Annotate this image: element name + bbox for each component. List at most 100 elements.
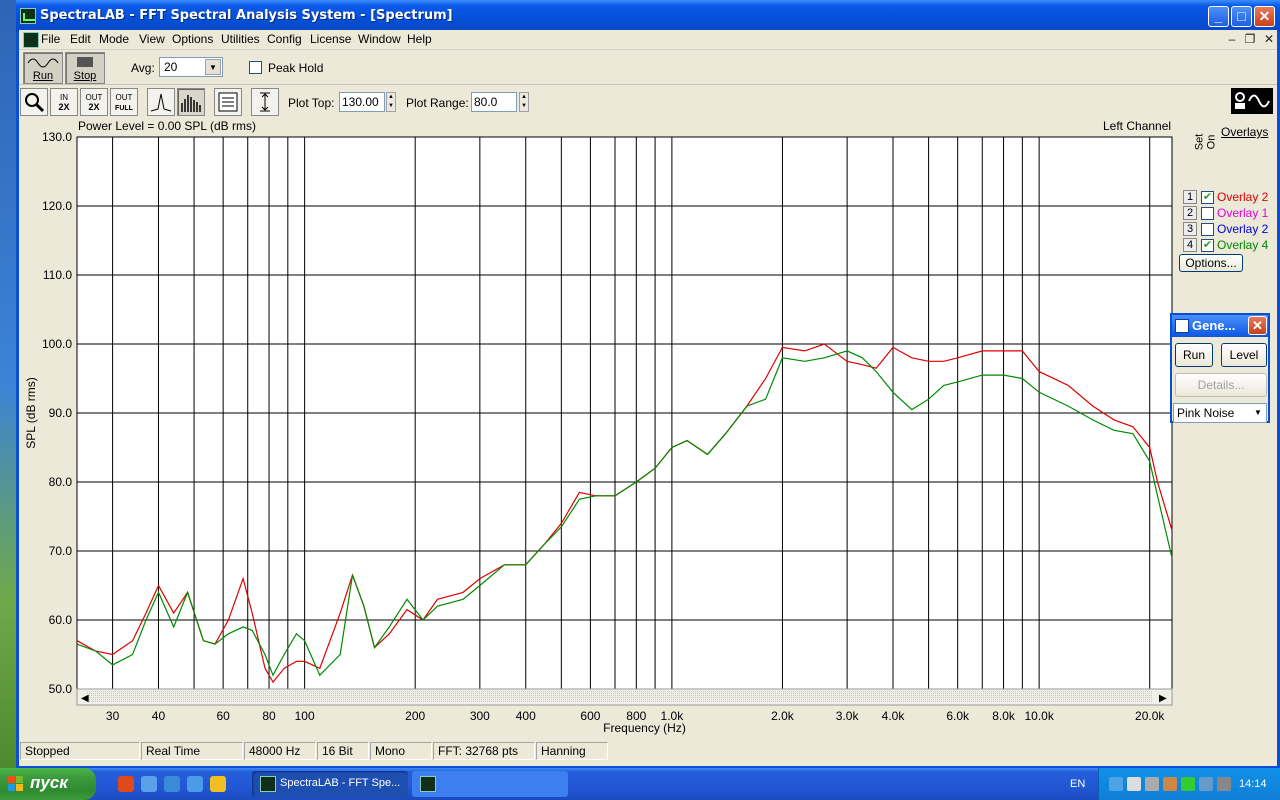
menu-utilities[interactable]: Utilities [221, 32, 260, 46]
overlay-name[interactable]: Overlay 2 [1217, 190, 1268, 204]
overlay-name[interactable]: Overlay 4 [1217, 238, 1268, 252]
quicklaunch-explorer-icon[interactable] [187, 776, 203, 792]
plot-range-input[interactable]: 80.0 [471, 92, 517, 112]
zoom-tool-button[interactable] [20, 88, 48, 116]
plot-top-input[interactable]: 130.00 [339, 92, 385, 112]
menu-view[interactable]: View [139, 32, 165, 46]
overlay-set-button[interactable]: 1 [1183, 190, 1197, 204]
status-channels: Mono [370, 742, 432, 760]
mdi-close-button[interactable]: ✕ [1262, 33, 1276, 47]
generator-run-button[interactable]: Run [1175, 343, 1213, 367]
signal-type-select[interactable]: Pink Noise ▼ [1173, 403, 1267, 423]
overlay-name[interactable]: Overlay 2 [1217, 222, 1268, 236]
menu-file[interactable]: File [41, 32, 60, 46]
overlay-row: 1 ✔ Overlay 2 [1179, 189, 1275, 205]
overlay-set-button[interactable]: 3 [1183, 222, 1197, 236]
maximize-button[interactable]: □ [1231, 6, 1252, 27]
close-button[interactable]: ✕ [1254, 6, 1275, 27]
generator-details-button[interactable]: Details... [1175, 373, 1267, 397]
overlay-row: 3 Overlay 2 [1179, 221, 1275, 237]
menu-window[interactable]: Window [358, 32, 401, 46]
scroll-left-arrow[interactable]: ◀ [81, 693, 89, 704]
menu-help[interactable]: Help [407, 32, 432, 46]
spectrum-chart[interactable]: Power Level = 0.00 SPL (dB rms) Left Cha… [19, 119, 1177, 759]
mdi-minimize-button[interactable]: – [1225, 33, 1239, 47]
signal-type-value: Pink Noise [1177, 406, 1235, 420]
overlay-options-button[interactable]: Options... [1179, 254, 1243, 272]
tray-volume-icon[interactable] [1127, 777, 1141, 791]
generator-title: Gene... [1192, 318, 1236, 333]
peak-hold-checkbox[interactable] [249, 61, 262, 74]
menu-config[interactable]: Config [267, 32, 302, 46]
bars-icon [181, 95, 201, 112]
start-button[interactable]: пуск [0, 768, 96, 800]
document-icon[interactable] [23, 32, 39, 48]
overlay-name[interactable]: Overlay 1 [1217, 206, 1268, 220]
language-indicator[interactable]: EN [1070, 778, 1085, 790]
overlay-column-headers: Set On [1193, 124, 1221, 160]
y-tick-label: 110.0 [43, 268, 72, 282]
task-secondary[interactable] [412, 771, 568, 797]
quicklaunch-browser-icon[interactable] [118, 776, 134, 792]
app-icon[interactable] [20, 8, 36, 24]
generator-logo-icon[interactable] [1231, 88, 1273, 114]
quicklaunch-player-icon[interactable] [210, 776, 226, 792]
mdi-restore-button[interactable]: ❐ [1243, 33, 1257, 47]
chevron-down-icon[interactable]: ▼ [1251, 405, 1265, 421]
start-label: пуск [30, 773, 68, 792]
run-button-label: Run [32, 70, 54, 82]
spectrum-plot[interactable]: 130.0 120.0 110.0 100.0 90.0 80.0 70.0 60.0 50.0… [19, 119, 1177, 759]
avg-select[interactable]: 20 ▼ [159, 57, 223, 77]
overlay-on-checkbox[interactable] [1201, 223, 1214, 236]
status-sample-rate: 48000 Hz [244, 742, 316, 760]
menu-mode[interactable]: Mode [99, 32, 129, 46]
tray-security-icon[interactable] [1181, 777, 1195, 791]
generator-icon [1175, 319, 1189, 333]
x-tick-label: 3.0k [836, 709, 860, 723]
generator-level-button[interactable]: Level [1221, 343, 1267, 367]
overlay-set-button[interactable]: 2 [1183, 206, 1197, 220]
stop-button[interactable]: Stop [65, 52, 105, 84]
clock[interactable]: 14:14 [1239, 778, 1267, 790]
menu-options[interactable]: Options [172, 32, 213, 46]
generator-title-bar[interactable]: Gene... ✕ [1172, 315, 1268, 337]
tray-app-icon[interactable] [1163, 777, 1177, 791]
zoom-out-2x-button[interactable]: OUT 2X [80, 88, 108, 116]
menu-license[interactable]: License [310, 32, 351, 46]
overlay-on-checkbox[interactable]: ✔ [1201, 239, 1214, 252]
zoom-in-factor: 2X [58, 102, 70, 112]
plot-top-label: Plot Top: [288, 96, 335, 110]
chevron-down-icon[interactable]: ▼ [205, 59, 221, 75]
quicklaunch-media-icon[interactable] [141, 776, 157, 792]
overlay-row: 4 ✔ Overlay 4 [1179, 237, 1275, 253]
sine-wave-icon [27, 58, 59, 68]
tray-network-icon[interactable] [1109, 777, 1123, 791]
plot-properties-button[interactable] [214, 88, 242, 116]
bar-plot-button[interactable] [177, 88, 205, 116]
y-tick-label: 70.0 [49, 544, 73, 558]
tray-device-icon[interactable] [1145, 777, 1159, 791]
overlay-on-checkbox[interactable] [1201, 207, 1214, 220]
overlays-title[interactable]: Overlays [1221, 125, 1268, 139]
run-button[interactable]: Run [23, 52, 63, 84]
close-icon[interactable]: ✕ [1248, 316, 1267, 335]
autoscale-button[interactable] [251, 88, 279, 116]
scroll-right-arrow[interactable]: ▶ [1159, 693, 1167, 704]
task-spectralab[interactable]: SpectraLAB - FFT Spe... [252, 771, 408, 797]
status-mode: Real Time [141, 742, 243, 760]
minimize-button[interactable]: _ [1208, 6, 1229, 27]
menu-edit[interactable]: Edit [70, 32, 91, 46]
line-plot-button[interactable] [147, 88, 175, 116]
zoom-in-2x-button[interactable]: IN 2X [50, 88, 78, 116]
plot-top-spinner[interactable]: ▲ ▼ [386, 92, 396, 112]
x-tick-label: 80 [262, 709, 276, 723]
title-bar[interactable]: SpectraLAB - FFT Spectral Analysis Syste… [16, 0, 1280, 32]
tray-misc-icon[interactable] [1217, 777, 1231, 791]
tray-update-icon[interactable] [1199, 777, 1213, 791]
zoom-full-button[interactable]: OUT FULL [110, 88, 138, 116]
plot-range-spinner[interactable]: ▲ ▼ [519, 92, 529, 112]
overlay-set-button[interactable]: 4 [1183, 238, 1197, 252]
x-tick-label: 400 [516, 709, 536, 723]
overlay-on-checkbox[interactable]: ✔ [1201, 191, 1214, 204]
quicklaunch-ie-icon[interactable] [164, 776, 180, 792]
